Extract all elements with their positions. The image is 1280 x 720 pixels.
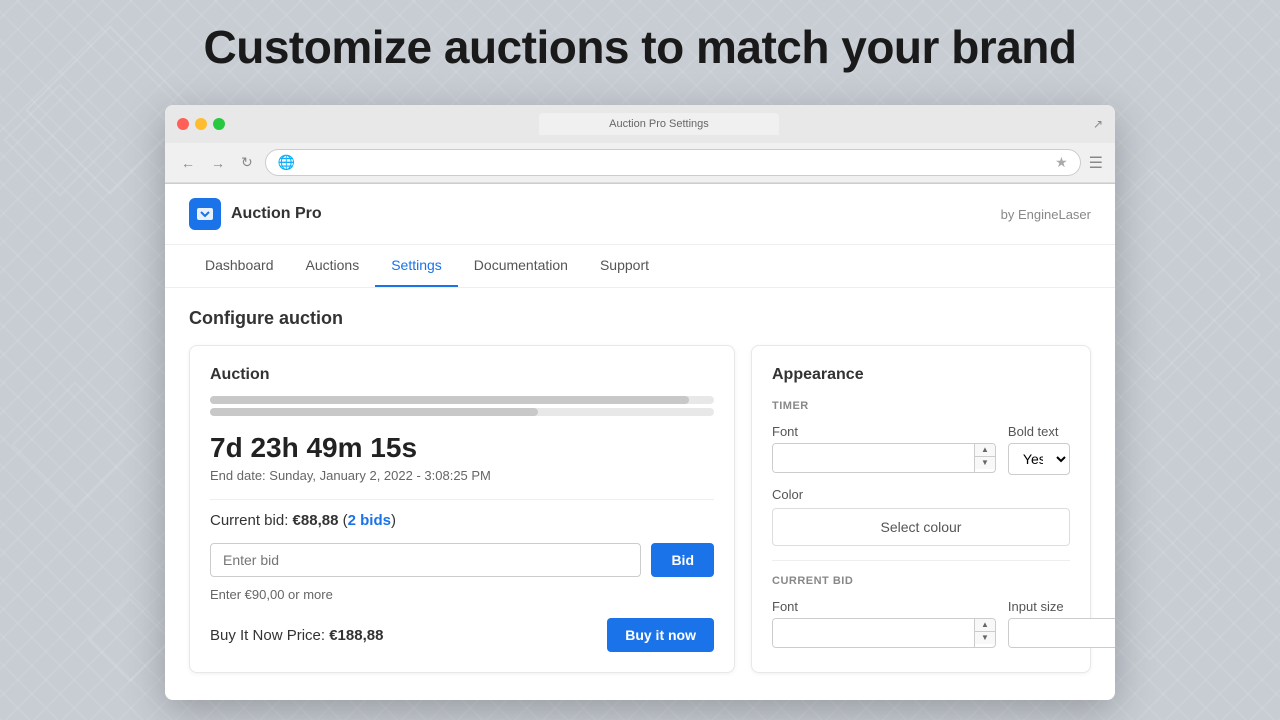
bid-hint: Enter €90,00 or more bbox=[210, 587, 714, 602]
current-bid-row: Current bid: €88,88 (2 bids) bbox=[210, 512, 714, 529]
appearance-title: Appearance bbox=[772, 366, 1070, 384]
bids-link[interactable]: 2 bids bbox=[348, 512, 391, 529]
progress-bar-1 bbox=[210, 396, 714, 404]
forward-button[interactable]: → bbox=[207, 153, 229, 173]
app-logo: Auction Pro bbox=[189, 198, 322, 230]
app-content: Auction Pro by EngineLaser Dashboard Auc… bbox=[165, 184, 1115, 700]
input-size-group: Input size 15 ▲ ▼ bbox=[1008, 599, 1115, 648]
buy-now-row: Buy It Now Price: €188,88 Buy it now bbox=[210, 618, 714, 652]
close-window-button[interactable] bbox=[177, 118, 189, 130]
section-divider bbox=[772, 560, 1070, 561]
traffic-lights bbox=[177, 118, 225, 130]
timer-font-row: Font 23 ▲ ▼ Bold text bbox=[772, 424, 1070, 475]
progress-bar-fill-2 bbox=[210, 408, 538, 416]
input-size-spinner: 15 ▲ ▼ bbox=[1008, 618, 1115, 648]
current-bid-font-value[interactable]: 20 bbox=[773, 619, 974, 647]
globe-icon: 🌐 bbox=[278, 154, 295, 171]
buy-now-label: Buy It Now Price: €188,88 bbox=[210, 627, 383, 644]
progress-bar-fill-1 bbox=[210, 396, 689, 404]
current-bid-font-group: Font 20 ▲ ▼ bbox=[772, 599, 996, 648]
minimize-window-button[interactable] bbox=[195, 118, 207, 130]
bold-text-label: Bold text bbox=[1008, 424, 1070, 439]
bookmark-button[interactable]: ★ bbox=[1055, 154, 1068, 171]
nav-settings[interactable]: Settings bbox=[375, 245, 458, 287]
browser-titlebar: Auction Pro Settings ↗ bbox=[165, 105, 1115, 143]
color-label: Color bbox=[772, 487, 1070, 502]
current-bid-section-label: CURRENT BID bbox=[772, 575, 1070, 587]
bid-input[interactable] bbox=[210, 543, 641, 577]
end-date: End date: Sunday, January 2, 2022 - 3:08… bbox=[210, 468, 714, 483]
configure-title: Configure auction bbox=[189, 308, 1091, 329]
expand-button[interactable]: ↗ bbox=[1093, 117, 1103, 131]
color-group: Color Select colour bbox=[772, 487, 1070, 546]
bold-text-select[interactable]: Yes No bbox=[1008, 443, 1070, 475]
app-logo-icon bbox=[189, 198, 221, 230]
nav-support[interactable]: Support bbox=[584, 245, 665, 287]
current-bid-font-spinner-buttons: ▲ ▼ bbox=[974, 619, 995, 647]
divider-1 bbox=[210, 499, 714, 500]
font-increment[interactable]: ▲ bbox=[975, 444, 995, 457]
current-bid-font-spinner: 20 ▲ ▼ bbox=[772, 618, 996, 648]
app-main: Configure auction Auction 7d 23h 49m 15s bbox=[165, 288, 1115, 700]
page-headline: Customize auctions to match your brand bbox=[0, 20, 1280, 74]
current-bid-font-label: Font bbox=[772, 599, 996, 614]
current-bid-label: Current bid: bbox=[210, 512, 288, 529]
progress-bar-2 bbox=[210, 408, 714, 416]
font-spinner-buttons: ▲ ▼ bbox=[974, 444, 995, 472]
browser-chrome: Auction Pro Settings ↗ ← → ↻ 🌐 ★ ☰ bbox=[165, 105, 1115, 184]
bid-button[interactable]: Bid bbox=[651, 543, 714, 577]
font-decrement[interactable]: ▼ bbox=[975, 457, 995, 469]
timer-section-label: TIMER bbox=[772, 400, 1070, 412]
buy-now-price: €188,88 bbox=[329, 627, 383, 644]
appearance-panel: Appearance TIMER Font 23 ▲ ▼ bbox=[751, 345, 1091, 673]
main-grid: Auction 7d 23h 49m 15s End date: Sunday,… bbox=[189, 345, 1091, 673]
bold-text-group: Bold text Yes No bbox=[1008, 424, 1070, 475]
browser-toolbar: ← → ↻ 🌐 ★ ☰ bbox=[165, 143, 1115, 183]
app-name: Auction Pro bbox=[231, 205, 322, 223]
current-bid-settings: Font 20 ▲ ▼ Input size bbox=[772, 599, 1070, 648]
progress-bars bbox=[210, 396, 714, 416]
maximize-window-button[interactable] bbox=[213, 118, 225, 130]
browser-menu-button[interactable]: ☰ bbox=[1089, 153, 1103, 173]
reload-button[interactable]: ↻ bbox=[237, 152, 257, 173]
app-by: by EngineLaser bbox=[1001, 207, 1091, 222]
current-bid-amount: €88,88 bbox=[293, 512, 339, 529]
select-colour-button[interactable]: Select colour bbox=[772, 508, 1070, 546]
current-bid-font-increment[interactable]: ▲ bbox=[975, 619, 995, 632]
app-nav: Dashboard Auctions Settings Documentatio… bbox=[165, 245, 1115, 288]
font-value[interactable]: 23 bbox=[773, 444, 974, 472]
nav-dashboard[interactable]: Dashboard bbox=[189, 245, 290, 287]
nav-documentation[interactable]: Documentation bbox=[458, 245, 584, 287]
current-bid-font-decrement[interactable]: ▼ bbox=[975, 632, 995, 644]
browser-window: Auction Pro Settings ↗ ← → ↻ 🌐 ★ ☰ bbox=[165, 105, 1115, 700]
font-label: Font bbox=[772, 424, 996, 439]
back-button[interactable]: ← bbox=[177, 153, 199, 173]
app-header: Auction Pro by EngineLaser bbox=[165, 184, 1115, 245]
timer-display: 7d 23h 49m 15s bbox=[210, 432, 714, 464]
font-spinner: 23 ▲ ▼ bbox=[772, 443, 996, 473]
font-group: Font 23 ▲ ▼ bbox=[772, 424, 996, 475]
input-size-value[interactable]: 15 bbox=[1009, 619, 1115, 647]
bid-row: Bid bbox=[210, 543, 714, 577]
address-bar[interactable]: 🌐 ★ bbox=[265, 149, 1081, 176]
buy-now-button[interactable]: Buy it now bbox=[607, 618, 714, 652]
auction-panel-title: Auction bbox=[210, 366, 714, 384]
auction-panel: Auction 7d 23h 49m 15s End date: Sunday,… bbox=[189, 345, 735, 673]
input-size-label: Input size bbox=[1008, 599, 1115, 614]
browser-tab-label[interactable]: Auction Pro Settings bbox=[609, 118, 709, 130]
nav-auctions[interactable]: Auctions bbox=[290, 245, 376, 287]
